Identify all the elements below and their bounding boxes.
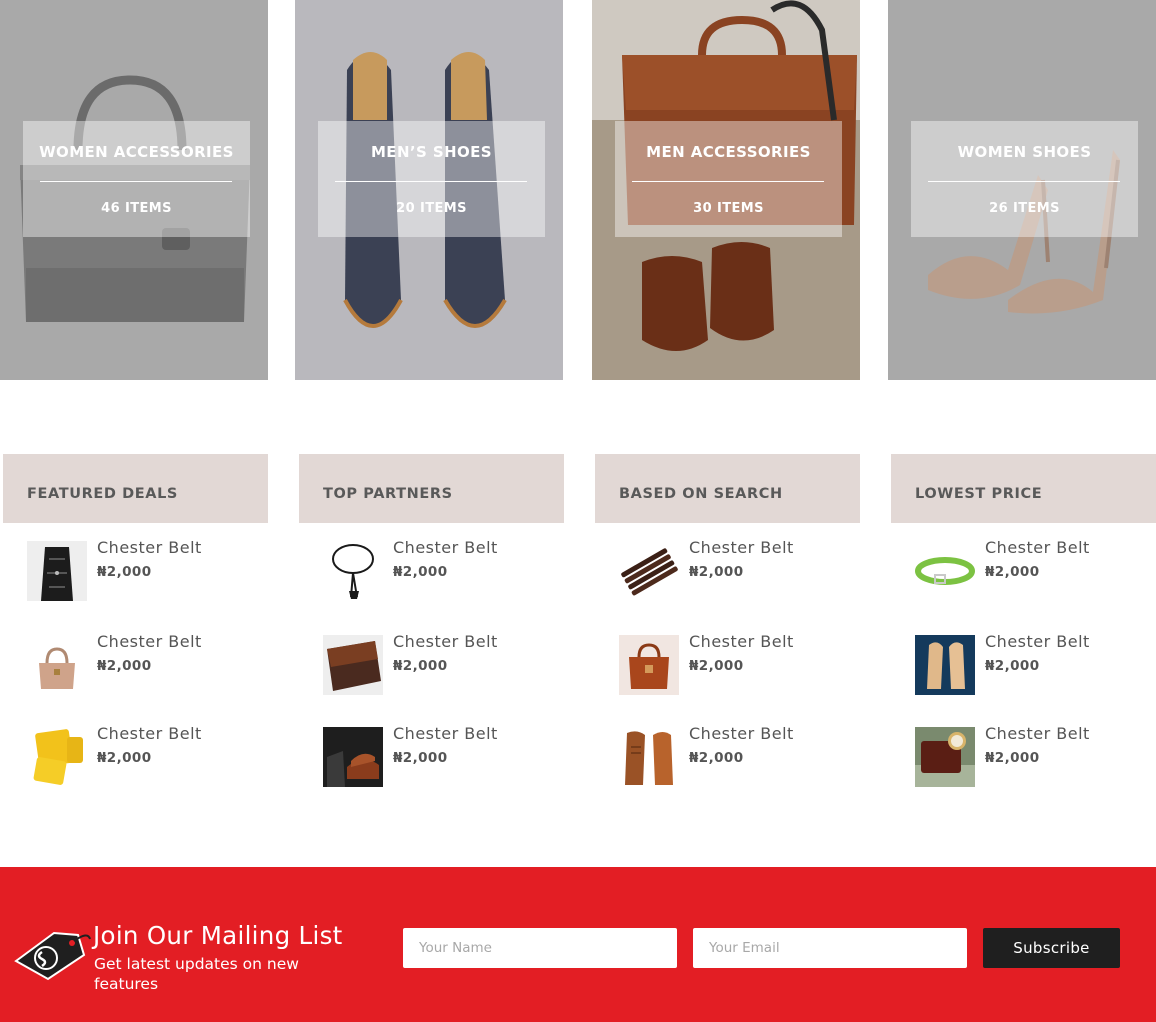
clutch-icon [323,635,383,695]
oxfords-icon [619,727,679,787]
lowest-price-column: LOWEST PRICE Chester Belt ₦2,000 Chester… [891,454,1156,787]
list-item[interactable]: Chester Belt ₦2,000 [323,632,563,695]
list-item[interactable]: Chester Belt ₦2,000 [915,724,1155,787]
category-label-panel: WOMEN ACCESSORIES 46 ITEMS [23,121,250,237]
list-item[interactable]: Chester Belt ₦2,000 [619,632,859,695]
product-name: Chester Belt [985,538,1090,557]
product-price: ₦2,000 [393,564,448,580]
product-name: Chester Belt [393,632,498,651]
product-price: ₦2,000 [97,750,152,766]
subscribe-button[interactable]: Subscribe [983,928,1120,968]
list-item[interactable]: Chester Belt ₦2,000 [915,632,1155,695]
column-heading-text: TOP PARTNERS [323,486,453,502]
product-price: ₦2,000 [985,750,1040,766]
product-name: Chester Belt [985,632,1090,651]
list-item[interactable]: Chester Belt ₦2,000 [27,632,267,695]
category-title: MEN ACCESSORIES [646,143,811,161]
bracelets-icon [619,541,679,601]
divider [928,181,1120,182]
column-heading: BASED ON SEARCH [595,454,860,523]
product-price: ₦2,000 [689,564,744,580]
product-price: ₦2,000 [689,750,744,766]
product-price: ₦2,000 [393,658,448,674]
column-heading: TOP PARTNERS [299,454,564,523]
category-count: 30 ITEMS [693,201,764,216]
product-name: Chester Belt [689,538,794,557]
email-input[interactable] [693,928,967,968]
watch-icon [915,727,975,787]
harness-icon [27,541,87,601]
name-input[interactable] [403,928,677,968]
category-men-accessories[interactable]: MEN ACCESSORIES 30 ITEMS [592,0,860,380]
product-price: ₦2,000 [985,658,1040,674]
product-price: ₦2,000 [97,564,152,580]
category-label-panel: WOMEN SHOES 26 ITEMS [911,121,1138,237]
featured-deals-column: FEATURED DEALS Chester Belt ₦2,000 Chest… [3,454,268,787]
category-women-accessories[interactable]: WOMEN ACCESSORIES 46 ITEMS [0,0,268,380]
product-price: ₦2,000 [985,564,1040,580]
product-name: Chester Belt [393,538,498,557]
category-count: 46 ITEMS [101,201,172,216]
column-heading-text: FEATURED DEALS [27,486,178,502]
mailing-subtitle: Get latest updates on new features [94,955,299,993]
divider [335,181,527,182]
category-count: 20 ITEMS [396,201,467,216]
column-heading: LOWEST PRICE [891,454,1156,523]
product-name: Chester Belt [393,724,498,743]
product-name: Chester Belt [985,724,1090,743]
product-price: ₦2,000 [97,658,152,674]
list-item[interactable]: Chester Belt ₦2,000 [323,724,563,787]
price-tag-logo-icon [14,925,94,985]
handbag-icon [27,635,87,695]
column-heading-text: LOWEST PRICE [915,486,1043,502]
list-item[interactable]: Chester Belt ₦2,000 [323,538,563,601]
mailing-title: Join Our Mailing List [93,921,343,950]
category-label-panel: MEN’S SHOES 20 ITEMS [318,121,545,237]
list-item[interactable]: Chester Belt ₦2,000 [619,724,859,787]
column-heading-text: BASED ON SEARCH [619,486,783,502]
list-item[interactable]: Chester Belt ₦2,000 [27,538,267,601]
column-heading: FEATURED DEALS [3,454,268,523]
category-women-shoes[interactable]: WOMEN SHOES 26 ITEMS [888,0,1156,380]
top-partners-column: TOP PARTNERS Chester Belt ₦2,000 Chester… [299,454,564,787]
list-item[interactable]: Chester Belt ₦2,000 [619,538,859,601]
divider [40,181,232,182]
loafers-icon [915,635,975,695]
product-name: Chester Belt [689,724,794,743]
category-title: MEN’S SHOES [370,143,492,161]
category-title: WOMEN SHOES [957,143,1092,161]
product-price: ₦2,000 [689,658,744,674]
list-item[interactable]: Chester Belt ₦2,000 [915,538,1155,601]
product-name: Chester Belt [97,538,202,557]
belt-icon [915,541,975,601]
choker-icon [323,541,383,601]
page: WOMEN ACCESSORIES 46 ITEMS MEN’S SHOES 2… [0,0,1156,1022]
product-price: ₦2,000 [393,750,448,766]
list-item[interactable]: Chester Belt ₦2,000 [27,724,267,787]
mailing-list-banner: Join Our Mailing List Get latest updates… [0,867,1156,1022]
brogues-icon [323,727,383,787]
product-name: Chester Belt [689,632,794,651]
category-title: WOMEN ACCESSORIES [39,143,234,161]
wallet-icon [27,727,87,787]
satchel-icon [619,635,679,695]
category-count: 26 ITEMS [989,201,1060,216]
product-name: Chester Belt [97,632,202,651]
based-on-search-column: BASED ON SEARCH Chester Belt ₦2,000 Ches… [595,454,860,787]
product-name: Chester Belt [97,724,202,743]
divider [632,181,824,182]
category-label-panel: MEN ACCESSORIES 30 ITEMS [615,121,842,237]
category-mens-shoes[interactable]: MEN’S SHOES 20 ITEMS [295,0,563,380]
